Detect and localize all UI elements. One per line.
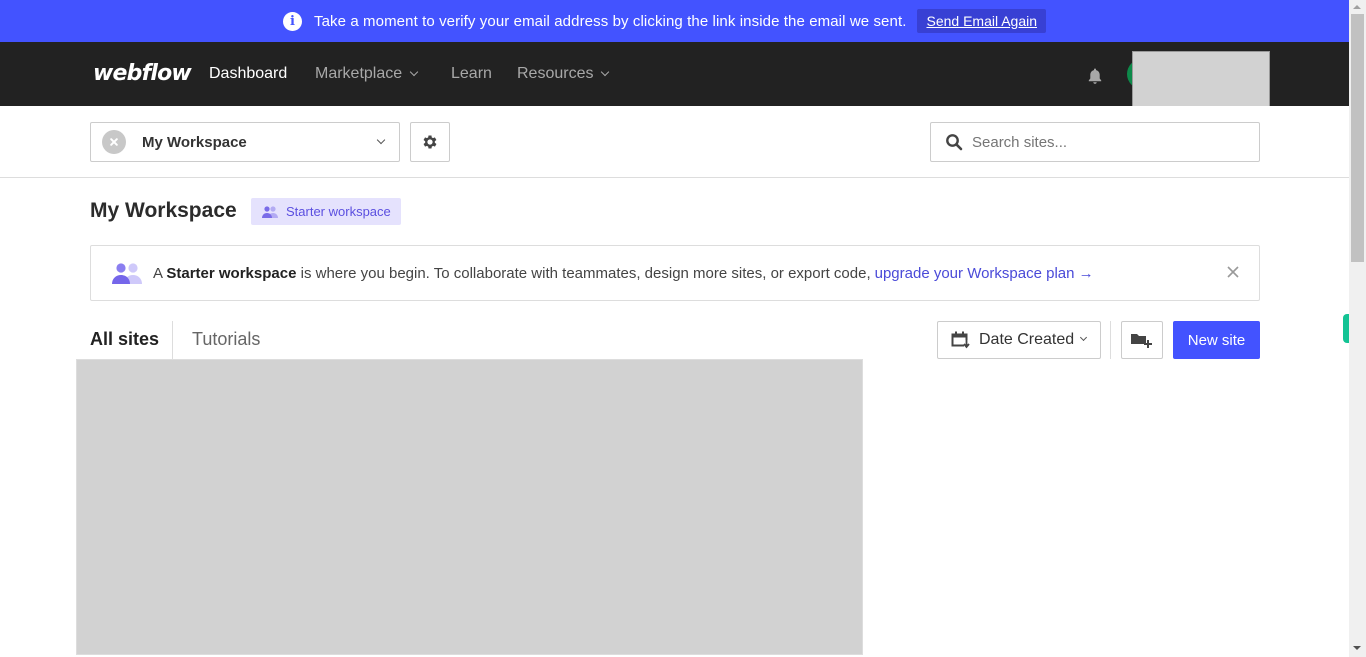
banner-message: Take a moment to verify your email addre… [313,12,907,30]
workspace-icon [102,130,126,154]
notice-bold: Starter workspace [166,264,297,282]
page: i Take a moment to verify your email add… [0,0,1349,657]
chevron-down-icon [1079,333,1088,342]
workspace-selector-label: My Workspace [142,133,247,151]
starter-badge-label: Starter workspace [286,204,391,219]
actions-divider [1110,321,1111,359]
sort-dropdown[interactable]: Date Created [937,321,1101,359]
verify-email-banner: i Take a moment to verify your email add… [0,0,1349,42]
search-sites[interactable] [930,122,1260,162]
gear-icon [423,135,437,149]
nav-resources-label: Resources [517,65,594,82]
search-icon [946,134,963,151]
tab-divider [172,321,173,359]
top-nav: webflow Dashboard Marketplace Learn Reso… [0,42,1349,106]
search-input[interactable] [972,133,1242,151]
page-title: My Workspace [90,199,237,222]
info-icon: i [282,11,302,31]
calendar-sort-icon [951,331,970,349]
account-menu[interactable] [1132,51,1270,106]
scroll-up-arrow[interactable] [1353,5,1361,9]
nav-learn-label: Learn [451,65,492,82]
starter-workspace-notice: A Starter workspace is where you begin. … [90,245,1260,301]
tab-all-sites[interactable]: All sites [90,329,159,350]
scroll-thumb[interactable] [1351,14,1364,262]
chevron-down-icon [601,67,610,77]
folder-plus-icon [1131,334,1152,348]
workspace-settings-button[interactable] [410,122,450,162]
people-icon [262,205,278,218]
new-folder-button[interactable] [1121,321,1163,359]
nav-dashboard-label: Dashboard [209,65,288,82]
upgrade-plan-link[interactable]: upgrade your Workspace plan → [875,265,1094,282]
new-site-button[interactable]: New site [1173,321,1260,359]
chevron-down-icon [376,135,386,145]
starter-workspace-badge[interactable]: Starter workspace [251,198,401,225]
nav-resources[interactable]: Resources [517,65,610,83]
nav-marketplace-label: Marketplace [315,65,403,82]
notice-text: is where you begin. To collaborate with … [296,264,871,282]
chevron-down-icon [409,67,419,77]
webflow-logo[interactable]: webflow [93,61,192,86]
scroll-down-arrow[interactable] [1353,646,1361,650]
scrollbar[interactable] [1349,0,1366,657]
bell-icon[interactable] [1087,67,1103,85]
nav-marketplace[interactable]: Marketplace [315,65,419,83]
sort-label: Date Created [979,331,1075,348]
people-icon [112,263,142,284]
send-email-again-button[interactable]: Send Email Again [917,9,1047,33]
nav-dashboard[interactable]: Dashboard [209,65,287,83]
site-card[interactable] [76,359,863,655]
nav-learn[interactable]: Learn [451,65,492,83]
workspace-toolbar: My Workspace [0,106,1349,178]
notice-prefix: A [153,264,167,282]
workspace-selector[interactable]: My Workspace [90,122,400,162]
tab-tutorials[interactable]: Tutorials [192,329,260,350]
close-icon[interactable] [1226,265,1240,279]
